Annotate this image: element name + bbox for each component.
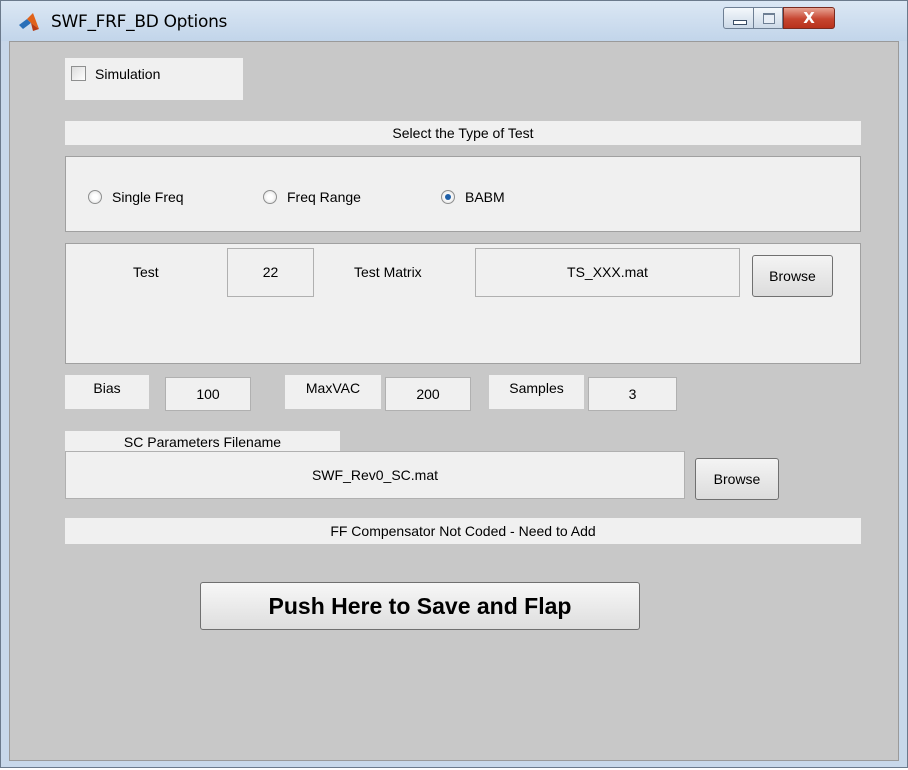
options-window: SWF_FRF_BD Options X Simulation Select t… [0,0,908,768]
close-icon: X [803,9,815,27]
test-panel: Test 22 Test Matrix TS_XXX.mat Browse [65,243,861,364]
bias-label: Bias [65,375,149,409]
save-and-flap-button[interactable]: Push Here to Save and Flap [200,582,640,630]
maximize-button[interactable] [753,7,783,29]
samples-field[interactable]: 3 [588,377,677,411]
bias-field[interactable]: 100 [165,377,251,411]
sc-parameters-filename-field[interactable]: SWF_Rev0_SC.mat [65,451,685,499]
test-type-header: Select the Type of Test [65,121,861,145]
radio-button[interactable] [263,190,277,204]
simulation-label: Simulation [95,66,161,82]
client-area: Simulation Select the Type of Test Singl… [9,41,899,761]
radio-button[interactable] [441,190,455,204]
status-message: FF Compensator Not Coded - Need to Add [65,518,861,544]
simulation-checkbox[interactable] [71,66,86,81]
maxvac-field[interactable]: 200 [385,377,471,411]
radio-button[interactable] [88,190,102,204]
samples-label: Samples [489,375,584,409]
minimize-icon [733,20,747,25]
sc-parameters-label: SC Parameters Filename [65,431,340,453]
minimize-button[interactable] [723,7,754,29]
matlab-logo-icon [19,13,39,31]
test-matrix-browse-button[interactable]: Browse [752,255,833,297]
close-button[interactable]: X [783,7,835,29]
maximize-icon [763,13,775,24]
radio-label: Single Freq [112,189,184,205]
test-type-radio-group: Single Freq Freq Range BABM [65,156,861,232]
test-number-field[interactable]: 22 [227,248,314,297]
test-matrix-field[interactable]: TS_XXX.mat [475,248,740,297]
radio-label: BABM [465,189,505,205]
title-bar[interactable]: SWF_FRF_BD Options X [1,1,907,41]
test-matrix-label: Test Matrix [354,264,422,280]
sc-parameters-browse-button[interactable]: Browse [695,458,779,500]
maxvac-label: MaxVAC [285,375,381,409]
test-label: Test [133,264,159,280]
radio-label: Freq Range [287,189,361,205]
window-title: SWF_FRF_BD Options [51,12,228,32]
simulation-panel: Simulation [65,58,243,100]
